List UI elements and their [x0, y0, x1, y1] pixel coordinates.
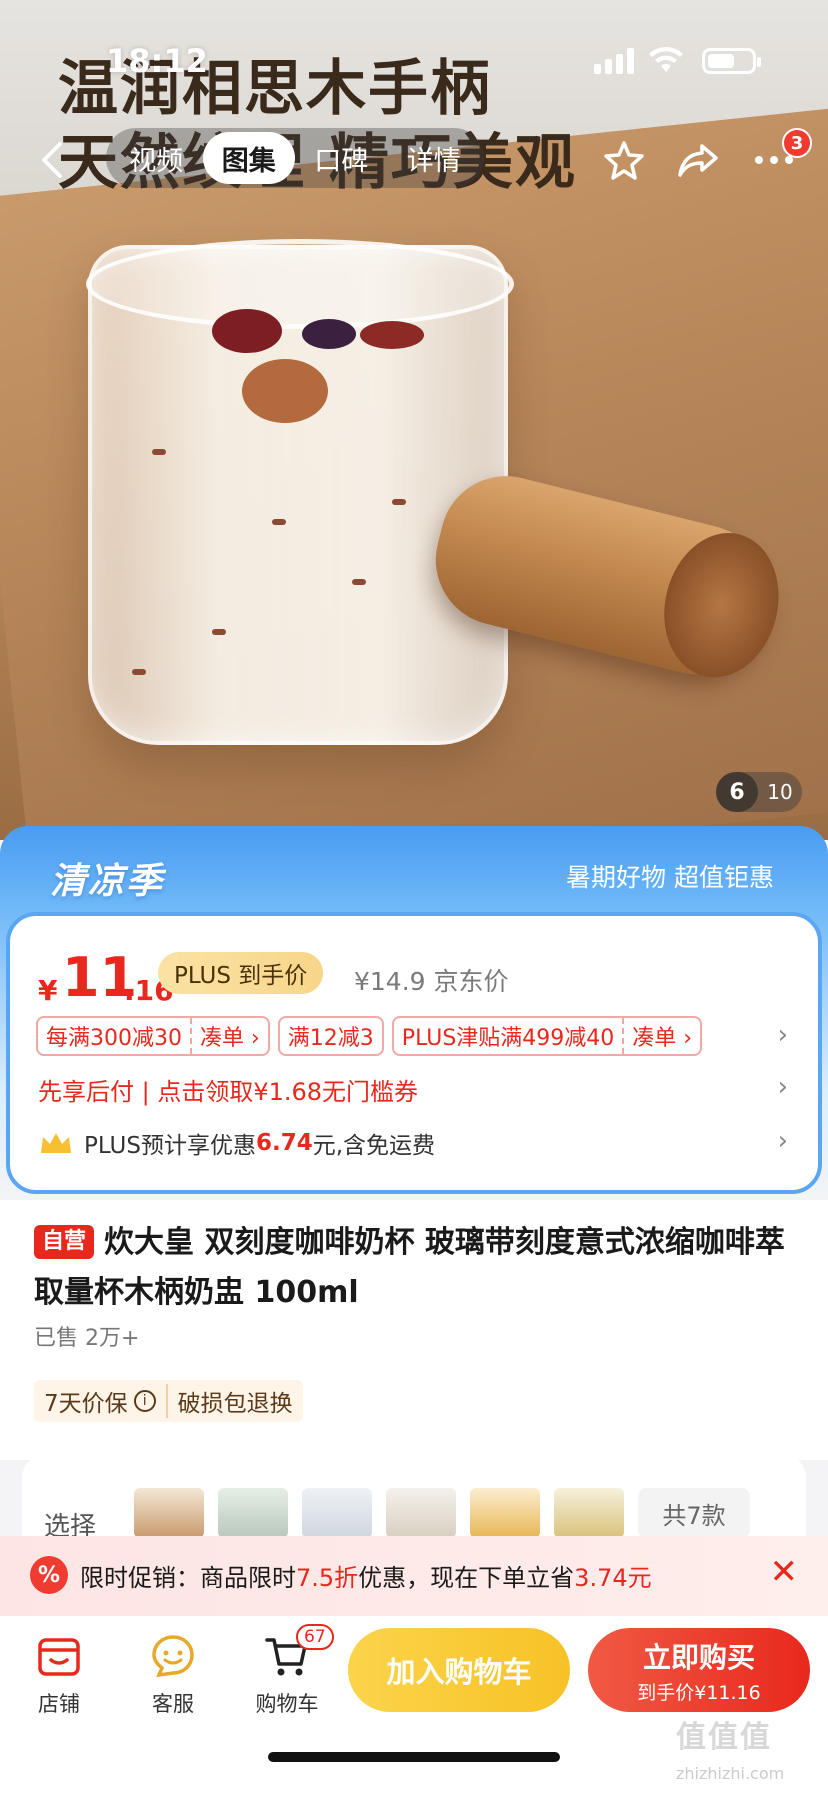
- chat-face-icon: [152, 1635, 194, 1678]
- more-notification-badge: 3: [782, 128, 812, 158]
- status-bar: 18:12: [0, 0, 828, 120]
- cart-label: 购物车: [255, 1692, 319, 1716]
- tab-video[interactable]: 视频: [110, 132, 203, 184]
- coupon-combine-link[interactable]: 凑单 ›: [622, 1018, 700, 1054]
- product-title: 自营 炊大皇 双刻度咖啡奶杯 玻璃带刻度意式浓缩咖啡萃取量杯木柄奶盅 100ml: [34, 1218, 794, 1318]
- plus-estimate-prefix: PLUS预计享优惠: [84, 1133, 256, 1159]
- flash-sale-prefix: 限时促销：商品限时: [80, 1564, 296, 1592]
- cart-button[interactable]: 67 购物车: [242, 1624, 334, 1718]
- topping-berry: [302, 319, 356, 349]
- topping-almond: [242, 359, 328, 423]
- share-icon[interactable]: [674, 136, 722, 184]
- price-currency: ¥: [38, 974, 58, 1007]
- cart-count-badge: 67: [296, 1624, 334, 1650]
- variant-thumbnail[interactable]: [554, 1488, 624, 1538]
- flash-sale-discount: 7.5折: [296, 1564, 359, 1592]
- image-total: 10: [767, 780, 793, 804]
- plus-estimate-suffix: 元,含免运费: [312, 1133, 436, 1159]
- product-info: 自营 炊大皇 双刻度咖啡奶杯 玻璃带刻度意式浓缩咖啡萃取量杯木柄奶盅 100ml …: [0, 1200, 828, 1460]
- site-watermark-url: zhizhizhi.com: [676, 1764, 785, 1783]
- price-card: ¥ 11 .16 PLUS 到手价 ¥14.9 京东价 每满300减30 凑单 …: [6, 912, 822, 1194]
- milk-glass-cup: [86, 239, 514, 745]
- coupon-plus-allowance[interactable]: PLUS津贴满499减40 凑单 ›: [391, 1016, 703, 1056]
- add-to-cart-button[interactable]: 加入购物车: [348, 1628, 570, 1712]
- dried-fruit-speck: [212, 629, 226, 635]
- coupon-12-3[interactable]: 满12减3: [277, 1016, 384, 1056]
- promo-season-title: 清凉季: [50, 861, 165, 902]
- plus-estimate-amount: 6.74: [255, 1130, 313, 1156]
- dried-fruit-speck: [272, 519, 286, 525]
- chevron-right-icon[interactable]: ›: [778, 1020, 788, 1050]
- battery-icon: [702, 48, 761, 74]
- variant-thumbnail[interactable]: [386, 1488, 456, 1538]
- flash-sale-bar[interactable]: % 限时促销：商品限时7.5折优惠，现在下单立省3.74元 ✕: [0, 1536, 828, 1616]
- promo-slogan: 暑期好物 超值钜惠: [566, 863, 774, 892]
- coupon-combine-link[interactable]: 凑单 ›: [190, 1018, 268, 1054]
- variant-count[interactable]: 共7款: [638, 1488, 750, 1538]
- plus-estimate-row[interactable]: PLUS预计享优惠 6.74 元,含免运费: [38, 1126, 435, 1160]
- chevron-right-icon[interactable]: ›: [778, 1072, 788, 1102]
- tab-details[interactable]: 详情: [388, 132, 481, 184]
- coupon-text: PLUS津贴满499减40: [401, 1026, 615, 1051]
- dried-fruit-speck: [132, 669, 146, 675]
- customer-service-button[interactable]: 客服: [128, 1632, 218, 1718]
- flash-sale-saving: 3.74元: [574, 1564, 652, 1592]
- crown-icon: [41, 1133, 71, 1153]
- flash-sale-text: 限时促销：商品限时7.5折优惠，现在下单立省3.74元: [80, 1558, 652, 1593]
- wifi-icon: [649, 46, 683, 72]
- site-watermark: 值值值: [676, 1720, 772, 1755]
- info-icon[interactable]: i: [133, 1390, 156, 1412]
- cellular-signal-icon: [594, 48, 634, 74]
- store-icon: [38, 1638, 80, 1676]
- sold-count: 已售 2万+: [34, 1326, 140, 1351]
- buy-now-button[interactable]: 立即购买 到手价¥11.16: [588, 1628, 810, 1712]
- topping-berry: [360, 321, 424, 349]
- coupon-text: 满12减3: [287, 1026, 374, 1051]
- service-label: 客服: [152, 1692, 194, 1716]
- variant-thumbnail[interactable]: [470, 1488, 540, 1538]
- back-arrow-icon[interactable]: [34, 138, 74, 182]
- image-counter: 6 10: [716, 772, 802, 812]
- buy-now-label: 立即购买: [642, 1640, 755, 1674]
- tab-reviews[interactable]: 口碑: [295, 132, 388, 184]
- dried-fruit-speck: [152, 449, 166, 455]
- media-tabs: 视频 图集 口碑 详情: [106, 128, 484, 188]
- service-guarantees[interactable]: 7天价保 i 破损包退换: [34, 1380, 303, 1422]
- favorite-star-icon[interactable]: [600, 136, 648, 184]
- dried-fruit-speck: [392, 499, 406, 505]
- damage-return[interactable]: 破损包退换: [165, 1384, 303, 1418]
- price-protection-label: 7天价保: [44, 1391, 128, 1417]
- image-index: 6: [716, 772, 758, 812]
- coupon-300-30[interactable]: 每满300减30 凑单 ›: [36, 1016, 270, 1056]
- close-icon[interactable]: ✕: [770, 1552, 799, 1592]
- plus-price-tag: PLUS 到手价: [158, 952, 324, 994]
- flash-sale-mid: 优惠，现在下单立省: [358, 1564, 575, 1592]
- coupon-row[interactable]: 每满300减30 凑单 › 满12减3 PLUS津贴满499减40 凑单 ›: [36, 1016, 703, 1056]
- variant-thumbnail[interactable]: [302, 1488, 372, 1538]
- shop-label: 店铺: [38, 1692, 80, 1716]
- self-operated-tag: 自营: [34, 1225, 95, 1259]
- glass-rim: [86, 239, 514, 329]
- topping-berry: [212, 309, 282, 353]
- product-title-text: 炊大皇 双刻度咖啡奶杯 玻璃带刻度意式浓缩咖啡萃取量杯木柄奶盅 100ml: [34, 1225, 785, 1310]
- jd-list-price: ¥14.9 京东价: [354, 967, 509, 996]
- product-hero-image[interactable]: 温润相思木手柄 天然纹理 精巧美观: [0, 0, 828, 840]
- home-indicator[interactable]: [268, 1752, 560, 1762]
- dried-fruit-speck: [352, 579, 366, 585]
- variant-thumbnail[interactable]: [134, 1488, 204, 1538]
- price-protection[interactable]: 7天价保 i: [34, 1384, 166, 1418]
- pay-later-offer[interactable]: 先享后付 | 点击领取¥1.68无门槛券: [38, 1072, 418, 1107]
- variant-thumbnail[interactable]: [218, 1488, 288, 1538]
- shop-button[interactable]: 店铺: [14, 1632, 104, 1718]
- buy-now-price: 到手价¥11.16: [637, 1681, 761, 1704]
- tab-gallery[interactable]: 图集: [202, 132, 295, 184]
- status-time: 18:12: [106, 42, 208, 80]
- chevron-right-icon[interactable]: ›: [778, 1126, 788, 1156]
- coupon-text: 每满300减30: [46, 1026, 182, 1051]
- discount-percent-icon: %: [30, 1556, 68, 1594]
